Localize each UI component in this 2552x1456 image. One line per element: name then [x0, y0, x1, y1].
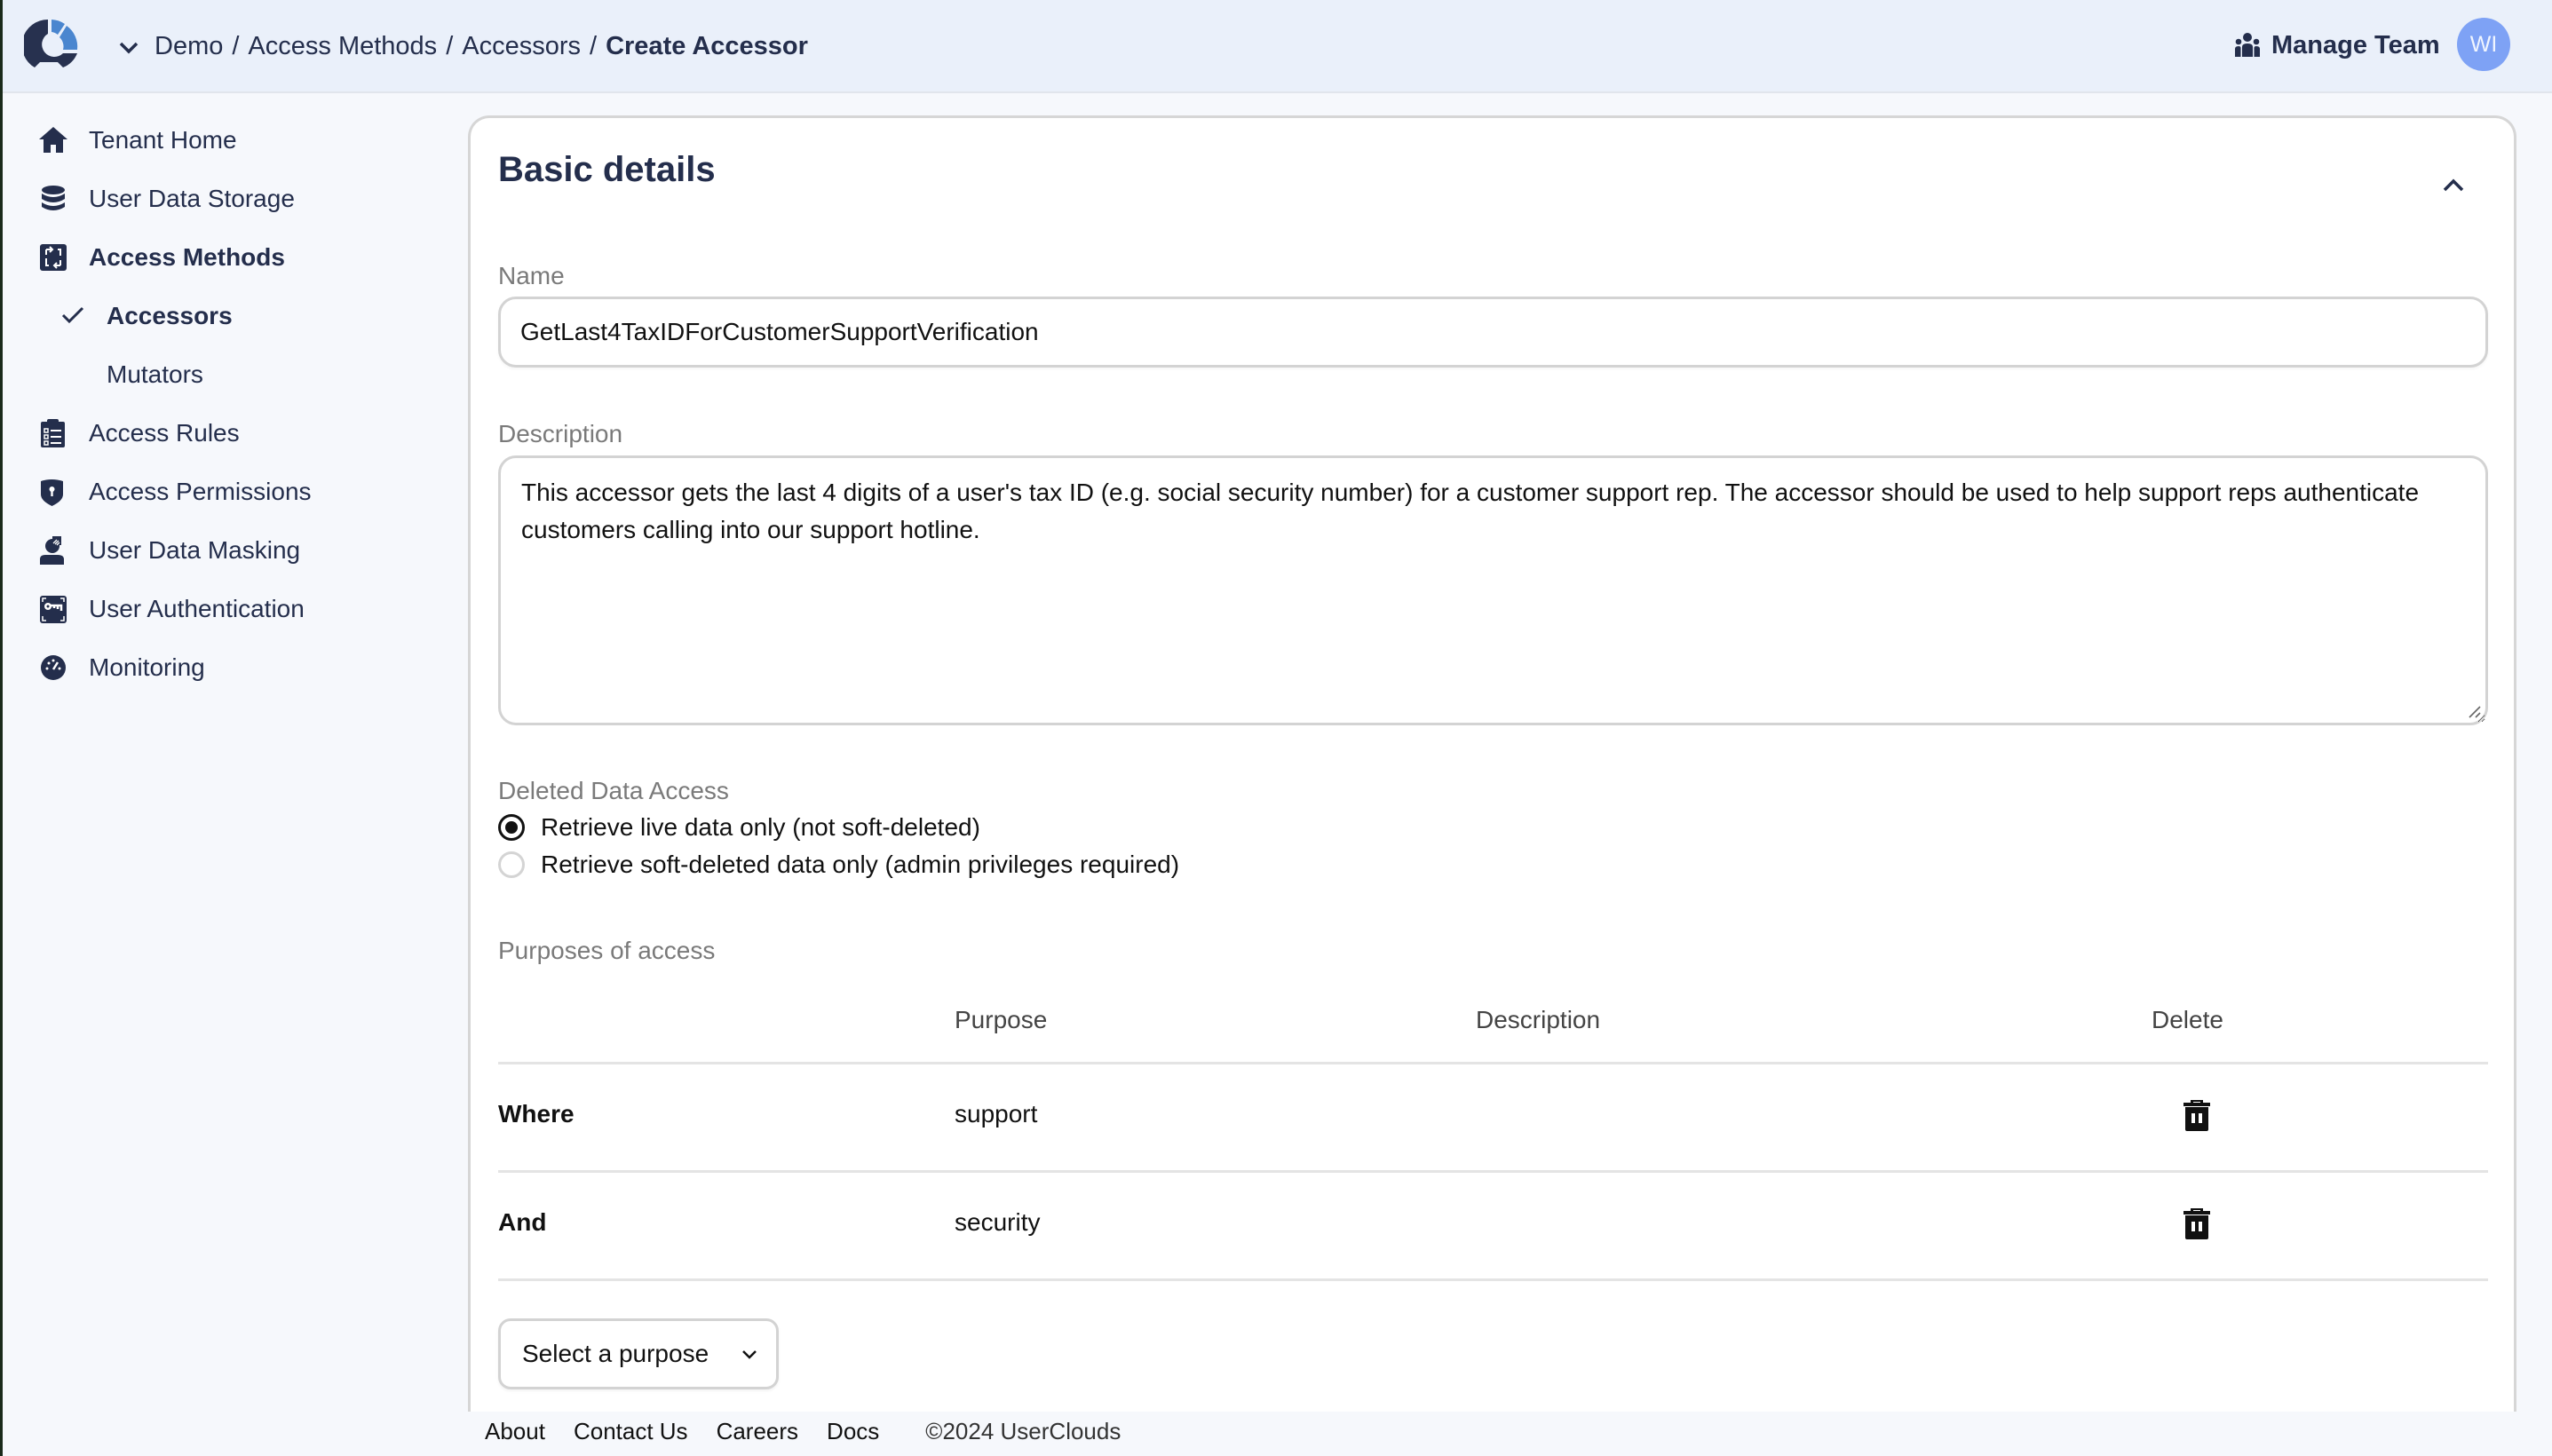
chevron-up-icon[interactable] — [2437, 171, 2469, 198]
radio-live-data[interactable]: Retrieve live data only (not soft-delete… — [498, 811, 980, 844]
copyright: ©2024 UserClouds — [925, 1417, 1121, 1444]
sidebar-item-access-methods[interactable]: Access Methods — [3, 235, 429, 280]
sidebar-item-user-authentication[interactable]: User Authentication — [3, 587, 429, 631]
table-divider — [498, 1062, 2488, 1064]
footer-link-about[interactable]: About — [485, 1418, 545, 1445]
top-header: Demo / Access Methods / Accessors / Crea… — [3, 0, 2552, 93]
chevron-down-icon[interactable] — [118, 39, 139, 57]
breadcrumb-demo[interactable]: Demo — [155, 32, 223, 61]
sidebar: Tenant Home User Data Storage Access Met… — [3, 95, 447, 1391]
chevron-down-icon — [742, 1350, 757, 1359]
sidebar-item-label: User Data Storage — [89, 185, 295, 212]
radio-label: Retrieve soft-deleted data only (admin p… — [541, 851, 1180, 878]
manage-team-button[interactable]: Manage Team — [2234, 25, 2440, 66]
breadcrumb-separator: / — [232, 31, 240, 60]
footer-link-careers[interactable]: Careers — [717, 1418, 798, 1445]
sidebar-item-user-data-masking[interactable]: User Data Masking — [3, 528, 429, 573]
basic-details-card: Basic details Name Description This acce… — [468, 115, 2516, 1412]
purposes-label: Purposes of access — [498, 937, 716, 964]
people-icon — [2235, 33, 2260, 57]
home-icon — [39, 127, 67, 153]
sidebar-item-label: User Authentication — [89, 595, 305, 622]
radio-unchecked[interactable] — [498, 851, 525, 878]
name-input[interactable] — [498, 297, 2488, 368]
footer: About Contact Us Careers Docs ©2024 User… — [485, 1413, 1121, 1449]
avatar[interactable]: WI — [2457, 18, 2510, 71]
table-divider — [498, 1170, 2488, 1173]
sidebar-item-accessors[interactable]: Accessors — [3, 294, 429, 338]
sidebar-item-mutators[interactable]: Mutators — [3, 352, 429, 397]
user-mask-icon — [40, 536, 64, 565]
key-icon — [40, 596, 67, 623]
sidebar-item-label: Access Permissions — [89, 478, 312, 505]
sidebar-item-access-permissions[interactable]: Access Permissions — [3, 470, 429, 514]
breadcrumb: Demo / Access Methods / Accessors / Crea… — [155, 27, 808, 66]
sidebar-item-label: Monitoring — [89, 653, 205, 681]
breadcrumb-access-methods[interactable]: Access Methods — [248, 32, 437, 61]
card-title: Basic details — [498, 150, 716, 189]
description-text: This accessor gets the last 4 digits of … — [521, 479, 2420, 543]
check-icon — [61, 306, 84, 324]
table-divider — [498, 1278, 2488, 1281]
sidebar-item-tenant-home[interactable]: Tenant Home — [3, 118, 429, 162]
select-purpose-label: Select a purpose — [522, 1340, 709, 1367]
sidebar-item-label: Accessors — [107, 302, 233, 329]
breadcrumb-separator: / — [590, 31, 598, 60]
radio-label: Retrieve live data only (not soft-delete… — [541, 813, 980, 841]
shield-keyhole-icon — [41, 479, 63, 506]
row-purpose: support — [955, 1100, 1038, 1128]
sidebar-item-label: Access Rules — [89, 419, 240, 447]
name-label: Name — [498, 262, 565, 289]
sidebar-item-label: Access Methods — [89, 243, 285, 271]
description-label: Description — [498, 420, 623, 447]
gauge-icon — [41, 655, 66, 680]
database-icon — [42, 186, 65, 210]
description-textarea[interactable]: This accessor gets the last 4 digits of … — [498, 455, 2488, 725]
resize-handle-icon[interactable] — [2468, 705, 2482, 719]
breadcrumb-accessors[interactable]: Accessors — [462, 32, 581, 61]
usercloud-logo[interactable] — [24, 18, 81, 73]
clipboard-list-icon — [41, 419, 65, 447]
sidebar-item-label: Tenant Home — [89, 126, 237, 154]
sidebar-item-label: Mutators — [107, 360, 203, 388]
select-purpose-dropdown[interactable]: Select a purpose — [498, 1318, 779, 1389]
row-conjunction: Where — [498, 1100, 575, 1128]
breadcrumb-create-accessor: Create Accessor — [606, 31, 808, 60]
deleted-data-access-label: Deleted Data Access — [498, 777, 729, 804]
column-header-delete: Delete — [2152, 1006, 2223, 1033]
sidebar-item-user-data-storage[interactable]: User Data Storage — [3, 177, 429, 221]
trash-icon[interactable] — [2181, 1098, 2213, 1132]
sidebar-item-monitoring[interactable]: Monitoring — [3, 645, 429, 690]
column-header-purpose: Purpose — [955, 1006, 1048, 1033]
footer-link-contact-us[interactable]: Contact Us — [574, 1418, 688, 1445]
access-methods-icon — [40, 244, 67, 271]
manage-team-label: Manage Team — [2271, 30, 2440, 59]
sidebar-item-label: User Data Masking — [89, 536, 301, 564]
trash-icon[interactable] — [2181, 1207, 2213, 1240]
footer-link-docs[interactable]: Docs — [827, 1418, 879, 1445]
radio-soft-deleted-data[interactable]: Retrieve soft-deleted data only (admin p… — [498, 848, 1179, 882]
row-purpose: security — [955, 1208, 1041, 1236]
sidebar-item-access-rules[interactable]: Access Rules — [3, 411, 429, 455]
radio-checked[interactable] — [498, 814, 525, 841]
row-conjunction: And — [498, 1208, 547, 1236]
column-header-description: Description — [1476, 1006, 1601, 1033]
breadcrumb-separator: / — [446, 31, 454, 60]
